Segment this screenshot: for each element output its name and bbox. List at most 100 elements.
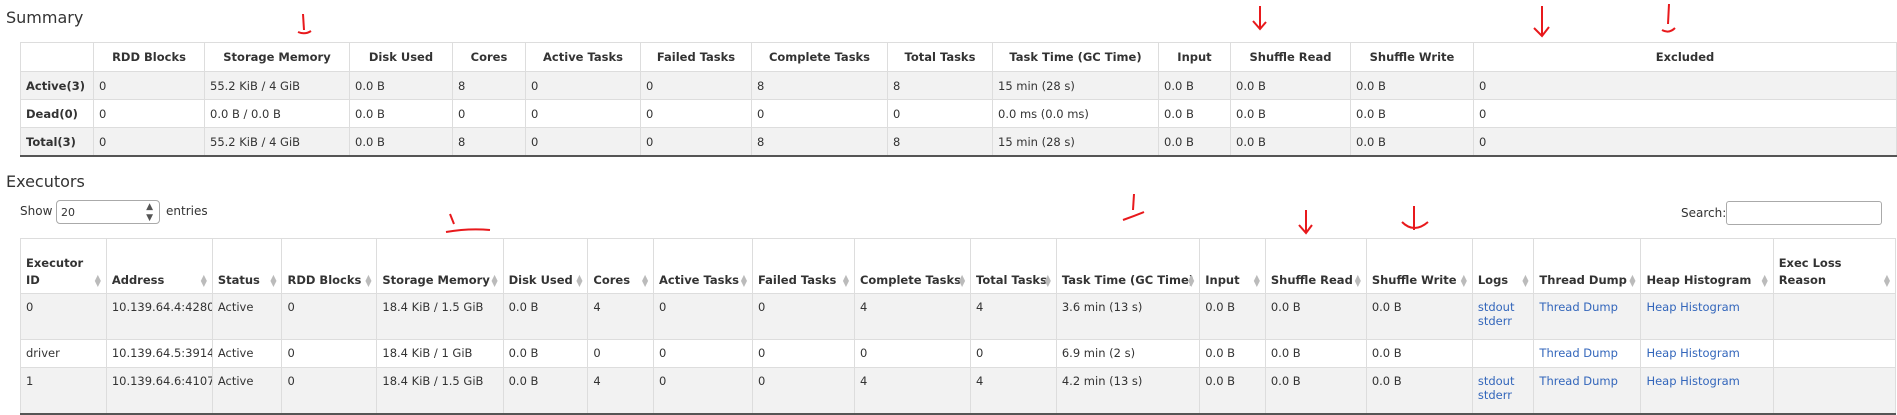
summary-col-storage-memory[interactable]: Storage Memory [204,42,350,72]
summary-col-failed-tasks[interactable]: Failed Tasks [640,42,752,72]
executor-heap-histogram-cell: Heap Histogram [1640,293,1774,340]
executor-failed-tasks: 0 [751,339,855,368]
summary-col-input[interactable]: Input [1158,42,1231,72]
executor-storage-memory: 18.4 KiB / 1.5 GiB [376,293,504,340]
column-header-executor-id[interactable]: Executor ID ▲ ▼ [20,238,107,294]
column-header-label: Shuffle Read [1270,273,1353,287]
column-header-shuffle-write[interactable]: Shuffle Write ▲ ▼ [1365,238,1473,294]
log-link-stderr[interactable]: stderr [1478,388,1529,402]
log-link-stderr[interactable]: stderr [1478,314,1529,328]
summary-col-disk-used[interactable]: Disk Used [349,42,453,72]
summary-cell: 0 [93,127,205,157]
summary-cell: 0.0 B [1350,127,1474,157]
column-header-label: Thread Dump [1539,273,1627,287]
summary-cell: 0.0 B [1230,127,1351,157]
summary-row-label: Active(3) [20,71,94,100]
column-header-thread-dump[interactable]: Thread Dump ▲ ▼ [1533,238,1642,294]
summary-cell: 0 [525,99,641,128]
summary-header-row: RDD Blocks Storage Memory Disk Used Cores Ac… [20,42,1897,72]
executor-storage-memory: 18.4 KiB / 1 GiB [376,339,504,368]
summary-cell: 8 [751,71,888,100]
annotation-arrow-executors-task-time [1122,193,1145,221]
page-size-value: 20 [61,206,75,219]
summary-col-cores[interactable]: Cores [452,42,526,72]
thread-dump-link[interactable]: Thread Dump [1539,300,1635,314]
summary-cell: 0 [751,99,888,128]
executor-complete-tasks: 4 [853,367,972,415]
annotation-arrow-summary-task-time [1252,6,1267,31]
column-header-shuffle-read[interactable]: Shuffle Read ▲ ▼ [1264,238,1367,294]
summary-col-shuffle-write[interactable]: Shuffle Write [1350,42,1474,72]
heap-histogram-link[interactable]: Heap Histogram [1646,374,1767,388]
sort-both-icon: ▲ ▼ [740,273,748,288]
summary-cell: 8 [887,127,993,157]
sort-both-icon: ▲ ▼ [1883,273,1891,288]
summary-col-complete-tasks[interactable]: Complete Tasks [751,42,888,72]
executor-total-tasks: 4 [970,293,1057,340]
column-header-task-time-gc-time[interactable]: Task Time (GC Time) ▲ ▼ [1055,238,1201,294]
executor-storage-memory: 18.4 KiB / 1.5 GiB [376,367,504,415]
page-size-select[interactable]: 20 ▲ ▼ [56,200,160,224]
log-link-stdout[interactable]: stdout [1478,374,1529,388]
summary-cell: 8 [751,127,888,157]
annotation-arrow-executors-shuffle-write [1401,206,1429,230]
log-link-stdout[interactable]: stdout [1478,300,1529,314]
summary-cell: 0 [525,127,641,157]
executor-disk-used: 0.0 B [502,293,589,340]
sort-both-icon: ▲ ▼ [1253,273,1260,288]
summary-row: Dead(0) 0 0.0 B / 0.0 B 0.0 B 0 0 0 0 0 0.0 ms (0… [20,99,1897,128]
summary-col-rdd-blocks[interactable]: RDD Blocks [93,42,205,72]
column-header-status[interactable]: Status ▲ ▼ [211,238,283,294]
sort-both-icon: ▲ ▼ [365,273,372,288]
sort-both-icon: ▲ ▼ [842,273,850,288]
executor-id: driver [20,339,107,368]
summary-cell: 0 [1473,99,1897,128]
summary-cell: 0 [1473,71,1897,100]
executor-input: 0.0 B [1199,293,1266,340]
executor-active-tasks: 0 [653,293,753,340]
summary-cell: 55.2 KiB / 4 GiB [204,127,350,157]
column-header-label: Total Tasks [976,273,1047,287]
summary-col-task-time-gc-time[interactable]: Task Time (GC Time) [992,42,1159,72]
column-header-label: Logs [1477,273,1509,287]
search-input[interactable] [1726,201,1882,225]
thread-dump-link[interactable]: Thread Dump [1539,346,1635,360]
summary-col-shuffle-read[interactable]: Shuffle Read [1230,42,1351,72]
executor-heap-histogram-cell: Heap Histogram [1640,367,1774,415]
heap-histogram-link[interactable]: Heap Histogram [1646,346,1767,360]
column-header-total-tasks[interactable]: Total Tasks ▲ ▼ [970,238,1057,294]
sort-both-icon: ▲ ▼ [1460,273,1467,288]
summary-cell: 0.0 B / 0.0 B [204,99,350,128]
column-header-label: Failed Tasks [757,273,837,287]
column-header-logs[interactable]: Logs ▲ ▼ [1471,238,1535,294]
column-header-exec-loss-reason[interactable]: Exec Loss Reason ▲ ▼ [1772,238,1897,294]
chevron-updown-icon: ▲ ▼ [146,202,153,223]
column-header-heap-histogram[interactable]: Heap Histogram ▲ ▼ [1640,238,1774,294]
column-header-failed-tasks[interactable]: Failed Tasks ▲ ▼ [751,238,855,294]
column-header-storage-memory[interactable]: Storage Memory ▲ ▼ [376,238,504,294]
column-header-complete-tasks[interactable]: Complete Tasks ▲ ▼ [853,238,972,294]
thread-dump-link[interactable]: Thread Dump [1539,374,1635,388]
summary-cell: 0 [93,99,205,128]
show-label: Show [20,204,53,218]
heap-histogram-link[interactable]: Heap Histogram [1646,300,1767,314]
summary-col-excluded[interactable]: Excluded [1473,42,1897,72]
column-header-disk-used[interactable]: Disk Used ▲ ▼ [502,238,589,294]
summary-cell: 0 [1473,127,1897,157]
sort-both-icon: ▲ ▼ [1354,273,1361,288]
column-header-rdd-blocks[interactable]: RDD Blocks ▲ ▼ [281,238,378,294]
summary-cell: 0 [93,71,205,100]
column-header-input[interactable]: Input ▲ ▼ [1199,238,1266,294]
executor-rdd-blocks: 0 [281,367,378,415]
column-header-address[interactable]: Address ▲ ▼ [105,238,213,294]
summary-cell: 0.0 ms (0.0 ms) [992,99,1159,128]
summary-col-active-tasks[interactable]: Active Tasks [525,42,641,72]
summary-col-total-tasks[interactable]: Total Tasks [887,42,993,72]
column-header-cores[interactable]: Cores ▲ ▼ [587,238,655,294]
annotation-arrow-summary-shuffle-read [1533,6,1550,38]
column-header-active-tasks[interactable]: Active Tasks ▲ ▼ [653,238,753,294]
summary-cell: 0.0 B [1350,71,1474,100]
executor-id: 0 [20,293,107,340]
column-header-label: Disk Used [508,273,573,287]
executor-status: Active [211,367,283,415]
